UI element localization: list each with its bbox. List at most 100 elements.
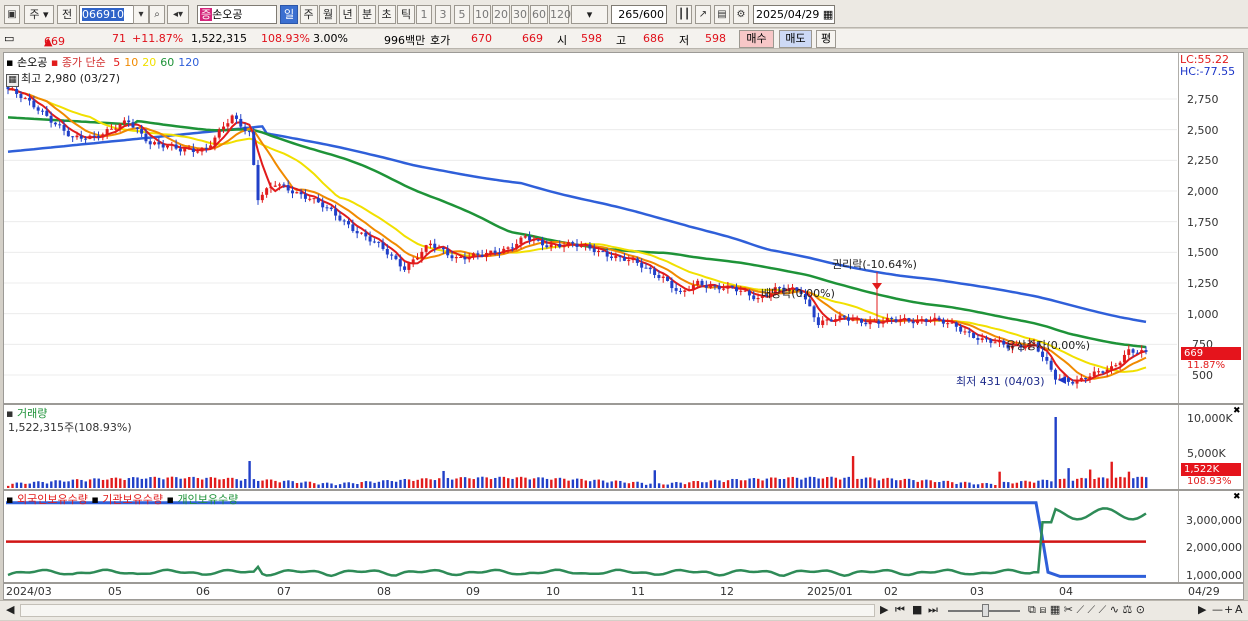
zoom-out-icon[interactable]: —	[1212, 603, 1223, 616]
volume-bar	[843, 477, 846, 488]
holdings-close-icon[interactable]: ✖	[1233, 492, 1241, 502]
legend-ma-period[interactable]: 60	[160, 56, 174, 69]
candle-body	[411, 259, 415, 263]
candle-body	[161, 144, 165, 148]
legend-ma-period[interactable]: 20	[142, 56, 156, 69]
volume-bar	[894, 480, 898, 488]
candle-body	[1049, 360, 1053, 370]
candle-body	[816, 317, 820, 326]
volume-bar	[231, 477, 234, 488]
volume-bar	[1037, 480, 1040, 488]
scroll-right-icon[interactable]: ▶	[880, 603, 888, 616]
candle-body	[334, 209, 338, 216]
volume-bar	[662, 484, 665, 488]
candle-body	[308, 198, 312, 200]
legend-institution[interactable]: 기관보유수량	[102, 493, 163, 506]
candle-body	[230, 115, 234, 124]
volume-bar	[1145, 477, 1148, 488]
zoom-handle[interactable]	[982, 604, 989, 617]
candle-body	[273, 185, 277, 187]
candle-body	[519, 237, 523, 244]
scroll-end-icon[interactable]: ▶	[1198, 603, 1206, 616]
candle-body	[609, 256, 613, 259]
candle-body	[622, 257, 626, 261]
stop-icon[interactable]: ■	[912, 603, 922, 616]
volume-bar	[334, 485, 338, 488]
volume-bar	[692, 481, 695, 488]
volume-bar	[507, 478, 510, 488]
volume-bar	[278, 482, 281, 488]
candle-body	[109, 128, 113, 130]
volume-bar	[1045, 479, 1049, 488]
candle-body	[963, 331, 967, 333]
volume-bar	[468, 478, 471, 488]
last-icon[interactable]: ⏭	[928, 603, 938, 617]
x-axis[interactable]	[3, 583, 1244, 600]
volume-bar	[356, 484, 359, 488]
candle-body	[1105, 369, 1109, 373]
rights-marker-arrow	[872, 283, 882, 290]
volume-bar	[446, 478, 450, 488]
candle-body	[894, 319, 898, 322]
scroll-left-icon[interactable]: ◀	[6, 603, 14, 616]
candle-body	[291, 190, 294, 194]
volume-bar	[394, 481, 398, 488]
price-tick: 1,500	[1187, 246, 1219, 260]
candle-body	[1002, 340, 1006, 345]
volume-bar	[907, 478, 911, 488]
hc-label: HC:-77.55	[1180, 65, 1236, 78]
candle-body	[541, 239, 545, 246]
volume-bar	[739, 480, 743, 488]
candle-body	[390, 254, 394, 256]
candle-body	[79, 135, 83, 139]
candle-body	[989, 339, 993, 343]
candle-body	[946, 323, 950, 325]
volume-bar	[860, 478, 863, 488]
volume-bar	[955, 483, 958, 488]
candle-body	[234, 115, 238, 119]
volume-bar	[1123, 477, 1126, 488]
volume-bar	[808, 476, 812, 488]
volume-bar	[912, 480, 915, 488]
x-tick: 02	[884, 585, 898, 598]
volume-bar	[209, 477, 212, 488]
candle-body	[687, 290, 691, 292]
tool-icons[interactable]: ⧉ ⧈ ▦ ✂ ⟋ ⟋ ⟋ ∿ ⚖ ⊙	[1028, 603, 1145, 617]
legend-bullet-icon: ▪	[6, 56, 14, 69]
legend-ma-periods: 5 10 20 60 120	[109, 56, 199, 69]
volume-bar	[524, 477, 527, 488]
scroll-track[interactable]	[20, 604, 875, 617]
first-icon[interactable]: ⏮	[895, 603, 905, 617]
candle-body	[838, 315, 842, 320]
zoom-in-icon[interactable]: +	[1224, 603, 1233, 616]
legend-individual[interactable]: 개인보유수량	[177, 493, 238, 506]
legend-ma-period[interactable]: 10	[124, 56, 138, 69]
hold-tick: 2,000,000	[1186, 541, 1242, 554]
candle-body	[903, 318, 907, 320]
volume-bar	[317, 484, 320, 488]
candle-body	[101, 134, 105, 138]
legend-ma-period[interactable]: 5	[113, 56, 120, 69]
volume-bar	[235, 479, 238, 488]
candle-body	[1088, 376, 1092, 380]
x-tick: 05	[108, 585, 122, 598]
candle-body	[312, 198, 316, 200]
volume-bar	[1093, 479, 1096, 488]
volume-bar	[80, 479, 83, 488]
legend-ma-label[interactable]: 종가 단순	[62, 56, 106, 69]
candle-body	[32, 100, 36, 108]
x-tick: 04/29	[1188, 585, 1220, 598]
candle-body	[6, 86, 10, 90]
volume-bar	[998, 471, 1001, 488]
candle-body	[756, 298, 760, 300]
volume-close-icon[interactable]: ✖	[1233, 406, 1241, 416]
candle-body	[674, 288, 678, 291]
candle-body	[450, 255, 454, 259]
text-tool-icon[interactable]: A	[1235, 603, 1243, 616]
legend-ma-period[interactable]: 120	[178, 56, 199, 69]
volume-bar	[670, 482, 674, 488]
candle-body	[825, 319, 829, 321]
grid-toggle-icon[interactable]: ▦	[6, 74, 19, 87]
legend-foreign[interactable]: 외국인보유수량	[17, 493, 88, 506]
legend-stock[interactable]: 손오공	[17, 56, 47, 69]
